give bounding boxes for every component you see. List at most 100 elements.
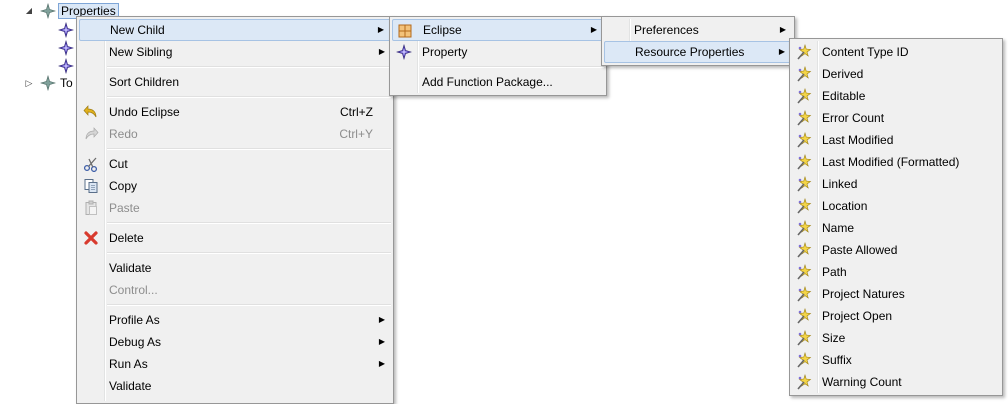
menu-item-paste[interactable]: Paste	[79, 197, 391, 219]
menu-item-derived[interactable]: Derived	[792, 63, 1000, 85]
menu-item-resource-properties[interactable]: Resource Properties ▶	[604, 41, 792, 63]
tree-row-to[interactable]: ▷ To	[24, 74, 84, 92]
wizard-property-icon	[797, 264, 812, 280]
tree-label-to[interactable]: To	[60, 74, 73, 92]
paste-icon	[85, 200, 97, 215]
submenu-arrow-icon: ▶	[590, 25, 597, 34]
menu-item-project-natures[interactable]: Project Natures	[792, 283, 1000, 305]
menu-item-cut[interactable]: Cut	[79, 153, 391, 175]
menu-item-label: New Sibling	[109, 45, 173, 59]
submenu-arrow-icon: ▶	[378, 337, 385, 346]
menu-item-label: Paste Allowed	[822, 243, 898, 257]
menu-separator	[107, 252, 391, 254]
menu-item-last-modified[interactable]: Last Modified	[792, 129, 1000, 151]
menu-item-preferences[interactable]: Preferences ▶	[604, 19, 792, 41]
submenu-arrow-icon: ▶	[378, 47, 385, 56]
menu-item-debug-as[interactable]: Debug As ▶	[79, 331, 391, 353]
menu-separator	[107, 222, 391, 224]
menu-item-label: New Child	[110, 23, 165, 37]
wizard-property-icon	[797, 110, 812, 126]
menu-item-label: Delete	[109, 231, 144, 245]
menu-item-label: Add Function Package...	[422, 75, 553, 89]
menu-item-sort-children[interactable]: Sort Children	[79, 71, 391, 93]
menu-item-location[interactable]: Location	[792, 195, 1000, 217]
menu-separator	[107, 304, 391, 306]
menu-item-last-modified-formatted[interactable]: Last Modified (Formatted)	[792, 151, 1000, 173]
wizard-property-icon	[797, 242, 812, 258]
wizard-property-icon	[797, 286, 812, 302]
menu-item-label: Validate	[109, 379, 152, 393]
menu-item-validate-2[interactable]: Validate	[79, 375, 391, 397]
menu-item-project-open[interactable]: Project Open	[792, 305, 1000, 327]
menu-item-linked[interactable]: Linked	[792, 173, 1000, 195]
menu-item-warning-count[interactable]: Warning Count	[792, 371, 1000, 393]
wizard-property-icon	[797, 220, 812, 236]
menu-item-label: Control...	[109, 283, 158, 297]
wizard-property-icon	[797, 330, 812, 346]
submenu-arrow-icon: ▶	[778, 47, 785, 56]
menu-item-accelerator: Ctrl+Z	[340, 105, 373, 119]
wizard-property-icon	[797, 132, 812, 148]
context-menu: New Child ▶ New Sibling ▶ Sort Children …	[76, 16, 394, 404]
menu-item-copy[interactable]: Copy	[79, 175, 391, 197]
property-icon	[58, 58, 74, 74]
menu-item-new-child[interactable]: New Child ▶	[79, 19, 391, 41]
menu-item-label: Suffix	[822, 353, 852, 367]
menu-item-label: Redo	[109, 127, 138, 141]
submenu-arrow-icon: ▶	[378, 315, 385, 324]
menu-item-content-type-id[interactable]: Content Type ID	[792, 41, 1000, 63]
menu-item-size[interactable]: Size	[792, 327, 1000, 349]
menu-item-label: Debug As	[109, 335, 162, 349]
menu-item-label: Eclipse	[423, 23, 462, 37]
menu-item-add-function-package[interactable]: Add Function Package...	[392, 71, 604, 93]
property-icon	[58, 22, 74, 38]
expand-icon[interactable]: ▷	[24, 74, 34, 92]
menu-item-label: Editable	[822, 89, 866, 103]
menu-item-label: Error Count	[822, 111, 885, 125]
menu-item-property[interactable]: Property	[392, 41, 604, 63]
menu-item-undo[interactable]: Undo Eclipse Ctrl+Z	[79, 101, 391, 123]
menu-item-control[interactable]: Control...	[79, 279, 391, 301]
undo-icon	[83, 105, 97, 118]
menu-item-name[interactable]: Name	[792, 217, 1000, 239]
menu-item-error-count[interactable]: Error Count	[792, 107, 1000, 129]
menu-item-suffix[interactable]: Suffix	[792, 349, 1000, 371]
menu-item-redo[interactable]: Redo Ctrl+Y	[79, 123, 391, 145]
collapse-icon[interactable]: ◢	[24, 2, 34, 20]
menu-item-paste-allowed[interactable]: Paste Allowed	[792, 239, 1000, 261]
property-icon	[58, 40, 74, 56]
menu-item-label: Derived	[822, 67, 864, 81]
menu-separator	[107, 66, 391, 68]
property-icon	[396, 44, 412, 60]
menu-item-label: Resource Properties	[635, 45, 745, 59]
delete-icon	[84, 231, 98, 245]
submenu-arrow-icon: ▶	[378, 359, 385, 368]
menu-item-accelerator: Ctrl+Y	[339, 127, 373, 141]
menu-item-label: Validate	[109, 261, 152, 275]
menu-item-path[interactable]: Path	[792, 261, 1000, 283]
menu-item-delete[interactable]: Delete	[79, 227, 391, 249]
menu-item-label: Last Modified	[822, 133, 894, 147]
new-child-submenu: Eclipse ▶ Property Add Function Package.…	[389, 16, 607, 96]
menu-item-label: Name	[822, 221, 855, 235]
resource-properties-submenu: Content Type ID Derived Editable Error Coun…	[789, 38, 1003, 396]
property-icon	[40, 75, 56, 91]
menu-item-editable[interactable]: Editable	[792, 85, 1000, 107]
menu-item-label: Linked	[822, 177, 858, 191]
menu-item-label: Size	[822, 331, 846, 345]
menu-item-eclipse[interactable]: Eclipse ▶	[392, 19, 604, 41]
menu-item-new-sibling[interactable]: New Sibling ▶	[79, 41, 391, 63]
menu-item-run-as[interactable]: Run As ▶	[79, 353, 391, 375]
scissors-icon	[83, 157, 98, 172]
wizard-property-icon	[797, 88, 812, 104]
wizard-property-icon	[797, 66, 812, 82]
menu-item-profile-as[interactable]: Profile As ▶	[79, 309, 391, 331]
redo-icon	[85, 127, 99, 140]
menu-item-label: Preferences	[634, 23, 699, 37]
menu-item-label: Run As	[109, 357, 148, 371]
menu-separator	[107, 96, 391, 98]
submenu-arrow-icon: ▶	[779, 25, 786, 34]
copy-icon	[84, 179, 98, 193]
menu-item-validate[interactable]: Validate	[79, 257, 391, 279]
menu-item-label: Path	[822, 265, 847, 279]
